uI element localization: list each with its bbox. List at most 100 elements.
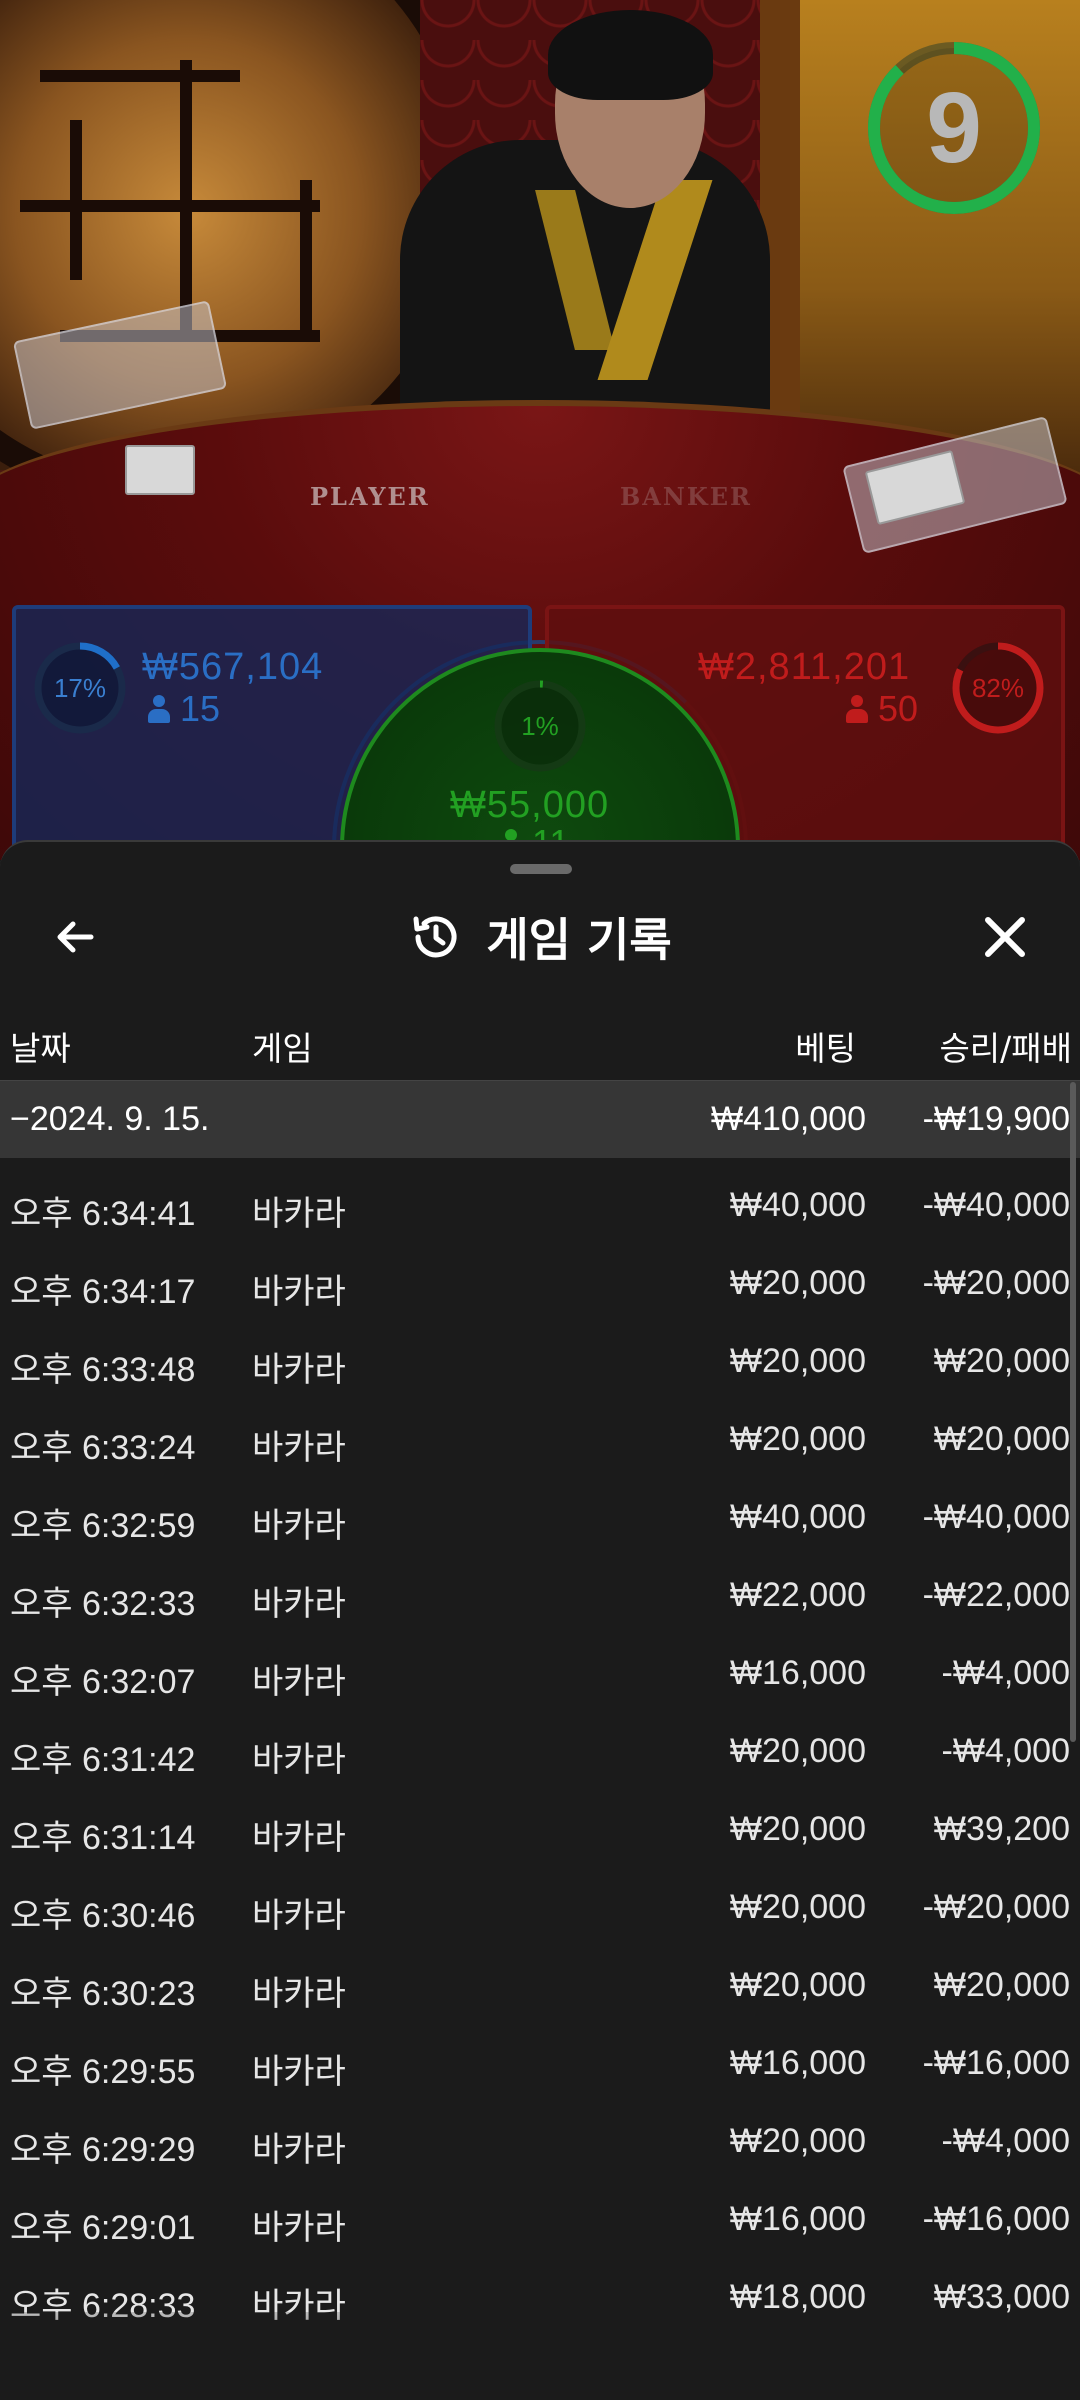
history-row[interactable]: 오후 6:29:01 바카라 ₩16,000 -₩16,000 bbox=[0, 2182, 1080, 2260]
row-bet: ₩16,000 bbox=[729, 2200, 866, 2238]
close-button[interactable] bbox=[970, 902, 1040, 972]
history-list: 오후 6:34:41 바카라 ₩40,000 -₩40,000 오후 6:34:17 바카… bbox=[0, 1168, 1080, 2338]
history-row[interactable]: 오후 6:33:24 바카라 ₩20,000 ₩20,000 bbox=[0, 1402, 1080, 1480]
row-result: ₩20,000 bbox=[933, 1342, 1070, 1380]
column-header-bet[interactable]: 베팅 bbox=[795, 1022, 856, 1070]
row-game: 바카라 bbox=[252, 2131, 346, 2169]
player-percent: 17% bbox=[53, 672, 107, 703]
tie-amount: ₩55,000 bbox=[450, 784, 610, 826]
row-game: 바카라 bbox=[252, 1351, 346, 1389]
row-bet: ₩40,000 bbox=[729, 1498, 866, 1536]
row-result: -₩4,000 bbox=[941, 2122, 1071, 2160]
row-time: 오후 6:31:14 bbox=[10, 1819, 196, 1857]
row-result: -₩40,000 bbox=[922, 1186, 1070, 1224]
sheet-header: 게임 기록 bbox=[0, 882, 1080, 992]
history-row[interactable]: 오후 6:34:17 바카라 ₩20,000 -₩20,000 bbox=[0, 1246, 1080, 1324]
history-row[interactable]: 오후 6:32:33 바카라 ₩22,000 -₩22,000 bbox=[0, 1558, 1080, 1636]
row-time: 오후 6:32:33 bbox=[10, 1585, 196, 1623]
banker-count-value: 50 bbox=[878, 688, 919, 729]
row-bet: ₩20,000 bbox=[729, 1264, 866, 1302]
column-header-date[interactable]: 날짜 bbox=[10, 1022, 71, 1070]
history-icon bbox=[413, 916, 457, 958]
history-row[interactable]: 오후 6:29:55 바카라 ₩16,000 -₩16,000 bbox=[0, 2026, 1080, 2104]
date-group-date: −2024. 9. 15. bbox=[10, 1100, 210, 1138]
row-time: 오후 6:29:55 bbox=[10, 2053, 196, 2091]
row-game: 바카라 bbox=[252, 1819, 346, 1857]
banker-percent: 82% bbox=[971, 672, 1025, 703]
row-game: 바카라 bbox=[252, 2209, 346, 2247]
history-row[interactable]: 오후 6:31:14 바카라 ₩20,000 ₩39,200 bbox=[0, 1792, 1080, 1870]
row-bet: ₩22,000 bbox=[729, 1576, 866, 1614]
row-result: -₩4,000 bbox=[941, 1732, 1071, 1770]
row-game: 바카라 bbox=[252, 1507, 346, 1545]
row-game: 바카라 bbox=[252, 2053, 346, 2091]
row-bet: ₩40,000 bbox=[729, 1186, 866, 1224]
row-bet: ₩20,000 bbox=[729, 2122, 866, 2160]
date-group-bet-total: ₩410,000 bbox=[711, 1100, 866, 1138]
row-result: -₩20,000 bbox=[922, 1888, 1070, 1926]
countdown-timer: 9 bbox=[864, 38, 1044, 218]
row-result: -₩40,000 bbox=[922, 1498, 1070, 1536]
date-group-result-total: -₩19,900 bbox=[922, 1100, 1070, 1138]
row-time: 오후 6:30:46 bbox=[10, 1897, 196, 1935]
row-game: 바카라 bbox=[252, 1273, 346, 1311]
scrollbar[interactable] bbox=[1070, 1082, 1076, 1742]
person-icon bbox=[148, 695, 170, 723]
row-game: 바카라 bbox=[252, 1975, 346, 2013]
row-game: 바카라 bbox=[252, 1195, 346, 1233]
row-time: 오후 6:31:42 bbox=[10, 1741, 196, 1779]
row-bet: ₩20,000 bbox=[729, 1888, 866, 1926]
player-count: 15 bbox=[148, 688, 220, 730]
history-row[interactable]: 오후 6:29:29 바카라 ₩20,000 -₩4,000 bbox=[0, 2104, 1080, 2182]
history-row[interactable]: 오후 6:34:41 바카라 ₩40,000 -₩40,000 bbox=[0, 1168, 1080, 1246]
row-game: 바카라 bbox=[252, 1585, 346, 1623]
row-result: -₩22,000 bbox=[922, 1576, 1070, 1614]
close-icon bbox=[985, 917, 1025, 957]
row-result: ₩39,200 bbox=[933, 1810, 1070, 1848]
row-result: ₩20,000 bbox=[933, 1420, 1070, 1458]
player-amount: ₩567,104 bbox=[142, 646, 324, 688]
back-button[interactable] bbox=[40, 902, 110, 972]
row-bet: ₩16,000 bbox=[729, 2044, 866, 2082]
tie-percent: 1% bbox=[521, 710, 559, 741]
sheet-title: 게임 기록 bbox=[486, 913, 672, 967]
row-result: -₩16,000 bbox=[922, 2200, 1070, 2238]
date-group-row[interactable]: −2024. 9. 15. ₩410,000 -₩19,900 bbox=[0, 1080, 1080, 1158]
row-time: 오후 6:34:17 bbox=[10, 1273, 196, 1311]
row-bet: ₩16,000 bbox=[729, 1654, 866, 1692]
row-time: 오후 6:30:23 bbox=[10, 1975, 196, 2013]
row-time: 오후 6:32:59 bbox=[10, 1507, 196, 1545]
column-header-result[interactable]: 승리/패배 bbox=[939, 1022, 1072, 1070]
live-dealer-video: PLAYER BANKER 9 17% ₩567,104 15 1% ₩55,0… bbox=[0, 0, 1080, 860]
player-count-value: 15 bbox=[180, 688, 221, 729]
row-time: 오후 6:34:41 bbox=[10, 1195, 196, 1233]
row-time: 오후 6:29:29 bbox=[10, 2131, 196, 2169]
history-row[interactable]: 오후 6:30:46 바카라 ₩20,000 -₩20,000 bbox=[0, 1870, 1080, 1948]
row-result: -₩20,000 bbox=[922, 1264, 1070, 1302]
sheet-drag-handle[interactable] bbox=[510, 864, 572, 874]
row-time: 오후 6:33:48 bbox=[10, 1351, 196, 1389]
row-bet: ₩20,000 bbox=[729, 1420, 866, 1458]
row-result: -₩4,000 bbox=[941, 1654, 1071, 1692]
row-bet: ₩20,000 bbox=[729, 1966, 866, 2004]
row-game: 바카라 bbox=[252, 1429, 346, 1467]
row-bet: ₩20,000 bbox=[729, 1810, 866, 1848]
card-stack bbox=[125, 445, 195, 495]
timer-value: 9 bbox=[926, 71, 982, 184]
row-game: 바카라 bbox=[252, 1663, 346, 1701]
banker-count: 50 bbox=[846, 688, 918, 730]
banker-amount: ₩2,811,201 bbox=[698, 646, 911, 688]
history-row[interactable]: 오후 6:32:59 바카라 ₩40,000 -₩40,000 bbox=[0, 1480, 1080, 1558]
history-row[interactable]: 오후 6:33:48 바카라 ₩20,000 ₩20,000 bbox=[0, 1324, 1080, 1402]
row-game: 바카라 bbox=[252, 1741, 346, 1779]
history-row[interactable]: 오후 6:32:07 바카라 ₩16,000 -₩4,000 bbox=[0, 1636, 1080, 1714]
history-row[interactable]: 오후 6:31:42 바카라 ₩20,000 -₩4,000 bbox=[0, 1714, 1080, 1792]
row-game: 바카라 bbox=[252, 1897, 346, 1935]
row-bet: ₩20,000 bbox=[729, 1342, 866, 1380]
person-icon bbox=[846, 695, 868, 723]
arrow-left-icon bbox=[57, 921, 94, 953]
history-row[interactable]: 오후 6:30:23 바카라 ₩20,000 ₩20,000 bbox=[0, 1948, 1080, 2026]
column-header-game[interactable]: 게임 bbox=[252, 1022, 313, 1070]
game-history-sheet: 게임 기록 날짜 게임 베팅 승리/패배 −2024. 9. 15. ₩410,… bbox=[0, 840, 1080, 2400]
row-time: 오후 6:32:07 bbox=[10, 1663, 196, 1701]
